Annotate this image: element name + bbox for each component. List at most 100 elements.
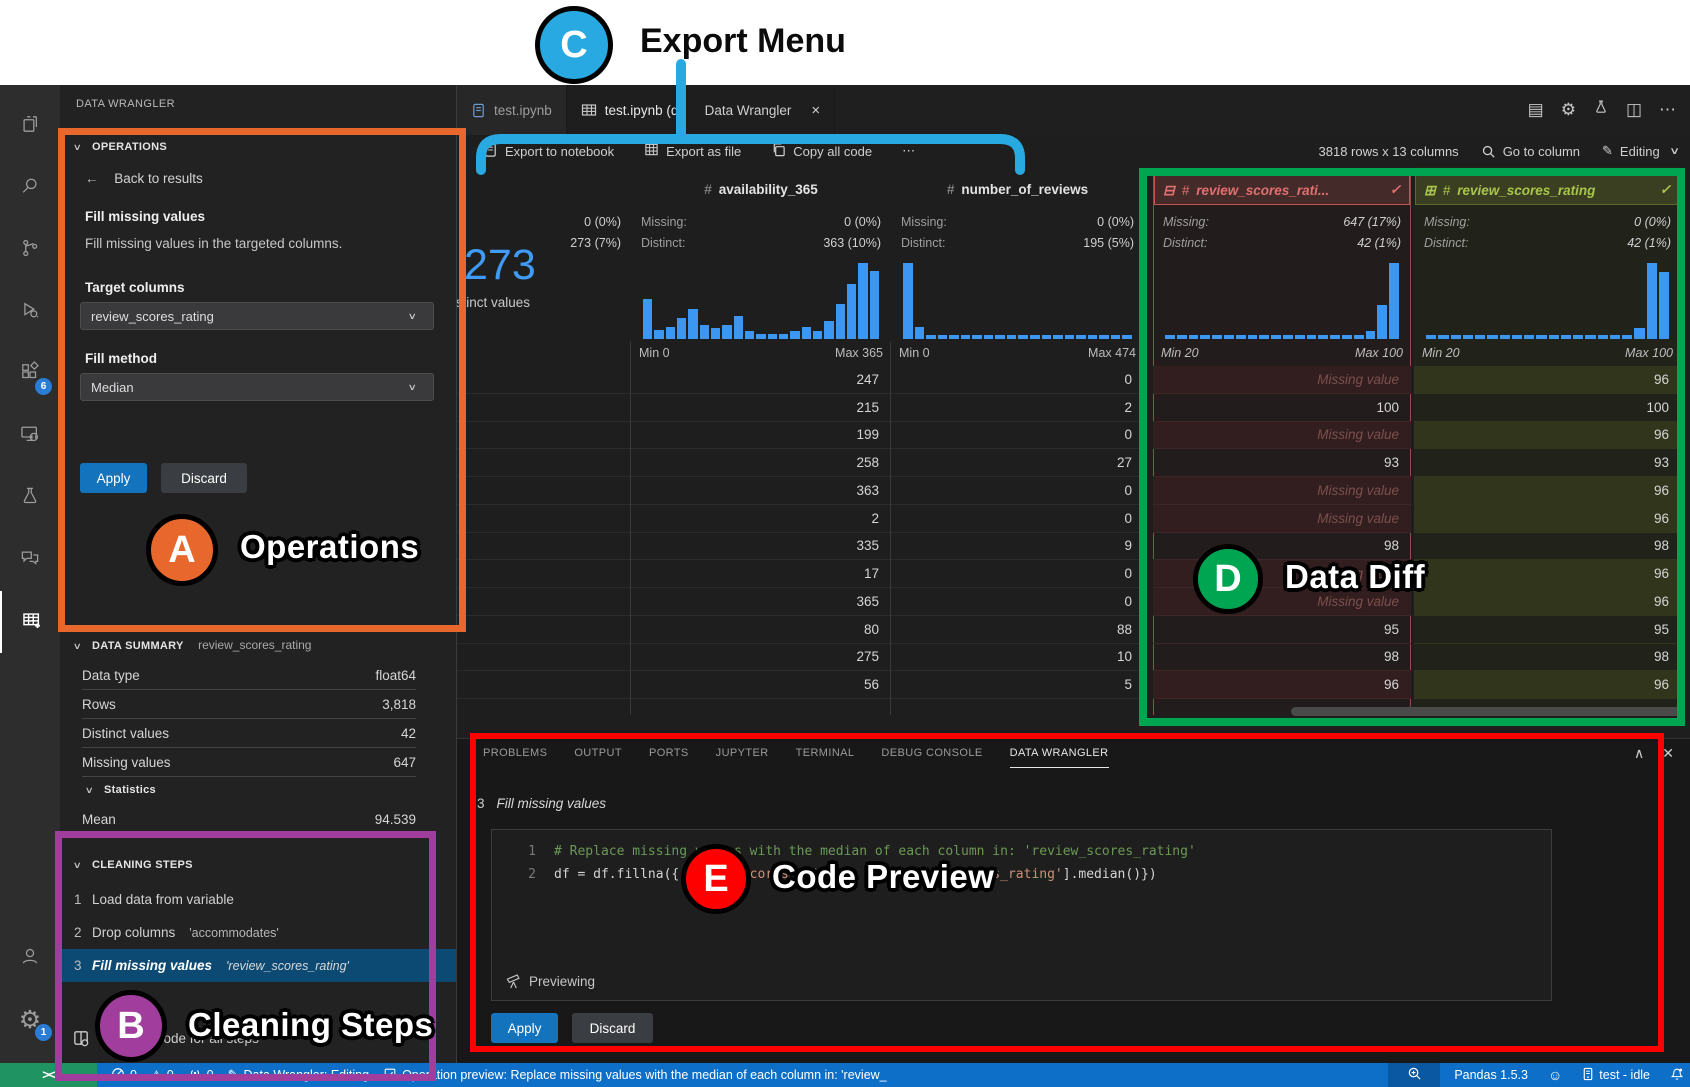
open-preview-icon[interactable]: ▤ (1528, 100, 1544, 120)
panel-tab-debug-console[interactable]: DEBUG CONSOLE (881, 747, 982, 768)
table-cell: Missing value (1153, 560, 1411, 588)
panel-tab-problems[interactable]: PROBLEMS (483, 747, 547, 768)
tab-test-ipynb[interactable]: test.ipynb (457, 85, 567, 135)
grid-column-review_scores_added[interactable]: ⊞#review_scores_rating✓Missing:0 (0%)Dis… (1414, 167, 1681, 715)
activity-bar-item-search[interactable] (0, 157, 60, 219)
cleaning-step-1[interactable]: 1Load data from variable (60, 883, 456, 916)
histogram-bar (949, 335, 959, 339)
panel-discard-button[interactable]: Discard (572, 1013, 653, 1043)
table-cell: 247 (631, 366, 891, 394)
histogram-bar (1065, 335, 1075, 339)
status-item-pencil[interactable]: ✎Data Wrangler: Editing (228, 1067, 369, 1083)
status-item-error[interactable]: 0 (111, 1067, 137, 1084)
activity-bar-item-comments[interactable] (0, 529, 60, 591)
column-header-review_scores_removed[interactable]: ⊟#review_scores_rati...✓ (1154, 175, 1410, 205)
close-panel-icon[interactable]: ✕ (1662, 745, 1674, 762)
fill-method-select[interactable]: Median ∨ (80, 373, 434, 401)
histogram-bar (700, 325, 709, 339)
panel-tab-ports[interactable]: PORTS (649, 747, 689, 768)
column-header-availability_365[interactable]: #availability_365 (631, 175, 891, 203)
toolbar-export-as-file[interactable]: Export as file (644, 142, 741, 160)
histogram-bar (790, 331, 799, 339)
panel-tab-data-wrangler[interactable]: DATA WRANGLER (1010, 747, 1109, 768)
horizontal-scrollbar[interactable] (1291, 707, 1681, 716)
column-header-review_scores_added[interactable]: ⊞#review_scores_rating✓ (1415, 175, 1680, 205)
status-item-warning[interactable]: ⚠0 (151, 1068, 174, 1082)
activity-bar-item-data-wrangler[interactable] (0, 591, 62, 653)
status-item-pandas-1-5-3[interactable]: Pandas 1.5.3 (1454, 1068, 1528, 1082)
preview-code-all-steps-toggle[interactable]: Preview code for all steps (72, 1029, 259, 1048)
activity-bar-item-extensions[interactable]: 6 (0, 343, 60, 405)
activity-bar-item-remote-explorer[interactable] (0, 405, 60, 467)
histogram-bar (1598, 335, 1608, 339)
cleaning-step-2[interactable]: 2Drop columns'accommodates' (60, 916, 456, 949)
target-columns-select[interactable]: review_scores_rating ∨ (80, 302, 434, 330)
histogram-bar (903, 263, 913, 339)
editor-tab-bar: test.ipynb test.ipynb (df) Data Wrangler… (457, 85, 1690, 135)
activity-bar-item-explorer[interactable] (0, 95, 60, 157)
code-token: 'review_scores_rating' (891, 867, 1063, 882)
summary-value: float64 (375, 668, 416, 683)
panel-tab-output[interactable]: OUTPUT (574, 747, 622, 768)
activity-bar-item-source-control[interactable] (0, 219, 60, 281)
more-actions-icon[interactable]: ⋯ (1659, 100, 1676, 120)
panel-tab-terminal[interactable]: TERMINAL (796, 747, 855, 768)
activity-bar-item-account[interactable] (0, 927, 60, 989)
chevron-down-icon: ∨ (408, 311, 417, 322)
status-item-preview-box[interactable]: Operation preview: Replace missing value… (383, 1067, 887, 1084)
smiley-icon: ☺ (1548, 1067, 1562, 1083)
tab-data-wrangler[interactable]: test.ipynb (df) Data Wrangler × (567, 85, 835, 135)
status-item-server[interactable]: test - idle (1582, 1067, 1650, 1084)
activity-bar-item-run-debug[interactable] (0, 281, 60, 343)
cleaning-step-3[interactable]: 3Fill missing values'review_scores_ratin… (60, 949, 456, 982)
histogram-bar (1318, 335, 1328, 339)
close-icon[interactable]: × (811, 102, 820, 119)
back-to-results-button[interactable]: ← Back to results (85, 171, 203, 186)
apply-button[interactable]: Apply (80, 463, 147, 493)
chevron-down-icon: ∨ (73, 641, 82, 652)
status-item-bell[interactable] (1670, 1067, 1684, 1084)
statistics-header[interactable]: ∨ Statistics (86, 780, 156, 798)
status-item-broadcast[interactable]: 0 (188, 1067, 214, 1084)
status-item-zoom[interactable] (1388, 1063, 1440, 1087)
activity-bar-item-testing[interactable] (0, 467, 60, 529)
remote-indicator[interactable]: >< (0, 1063, 97, 1087)
target-columns-label: Target columns (85, 280, 185, 295)
remote-explorer-icon (19, 423, 41, 450)
distinct-count-label: Distinct values (457, 295, 530, 310)
grid-column-availability_365[interactable]: #availability_365Missing:0 (0%)Distinct:… (631, 167, 891, 715)
toolbar-export-to-notebook[interactable]: Export to notebook (483, 142, 614, 161)
grid-dimensions: 3818 rows x 13 columns (1319, 144, 1459, 159)
histogram-bar (1295, 335, 1305, 339)
operations-section-header[interactable]: ∨ OPERATIONS (74, 137, 167, 155)
grid-column-review_scores_removed[interactable]: ⊟#review_scores_rati...✓Missing:647 (17%… (1153, 167, 1411, 715)
editing-mode-button[interactable]: ✎ Editing ∨ (1602, 143, 1678, 159)
settings-gear-icon[interactable]: ⚙ (1561, 100, 1576, 120)
grid-column-partial[interactable]: 0 (0%)273 (7%)273Distinct values (457, 167, 631, 715)
column-header-number_of_reviews[interactable]: #number_of_reviews (891, 175, 1144, 203)
toolbar-copy-all-code[interactable]: Copy all code (771, 142, 872, 160)
column-histogram (1426, 263, 1669, 339)
cleaning-steps-section-header[interactable]: ∨ CLEANING STEPS (74, 855, 193, 873)
histogram-bar (1076, 335, 1086, 339)
status-item-smiley[interactable]: ☺ (1548, 1067, 1562, 1083)
activity-bar-item-settings-gear[interactable]: ⚙1 (0, 989, 60, 1051)
toolbar--[interactable]: ⋯ (902, 143, 915, 159)
collapse-panel-icon[interactable]: ∧ (1634, 745, 1644, 762)
go-to-column-button[interactable]: Go to column (1481, 144, 1580, 159)
table-cell (457, 616, 631, 644)
split-editor-icon[interactable]: ◫ (1626, 100, 1642, 120)
column-stat-row: 0 (0%) (467, 211, 621, 232)
sidebar-title: DATA WRANGLER (76, 98, 175, 110)
histogram-bar (995, 335, 1005, 339)
beaker-icon[interactable] (1593, 99, 1609, 121)
table-cell (457, 394, 631, 422)
data-summary-section-header[interactable]: ∨ DATA SUMMARY review_scores_rating (74, 636, 311, 654)
table-cell (457, 588, 631, 616)
discard-button[interactable]: Discard (161, 463, 247, 493)
table-cell: Missing value (1153, 588, 1411, 616)
panel-tab-jupyter[interactable]: JUPYTER (716, 747, 769, 768)
grid-column-number_of_reviews[interactable]: #number_of_reviewsMissing:0 (0%)Distinct… (891, 167, 1144, 715)
chevron-down-icon: ∨ (1669, 146, 1680, 157)
panel-apply-button[interactable]: Apply (491, 1013, 558, 1043)
